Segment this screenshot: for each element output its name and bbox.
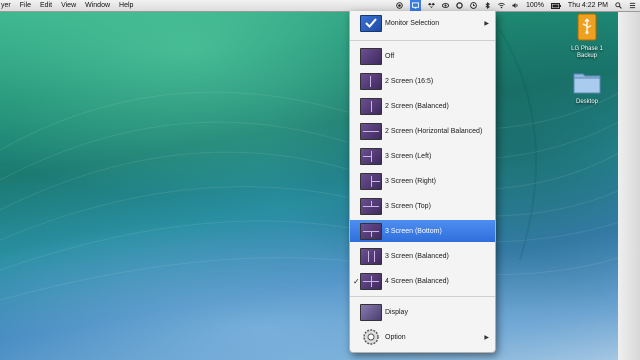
lg-backup-drive[interactable]: LG Phase 1 Backup xyxy=(567,13,607,60)
screen-layout-icon xyxy=(360,147,382,165)
menu-help[interactable]: Help xyxy=(119,2,133,9)
screen-layout-icon xyxy=(360,197,382,215)
drive-label-line2: Backup xyxy=(576,53,597,59)
menu-item-label: 4 Screen (Balanced) xyxy=(385,277,449,285)
drive-label-line1: LG Phase 1 xyxy=(571,46,603,52)
screen-layout-icon xyxy=(360,97,382,115)
bluetooth-icon[interactable] xyxy=(484,2,491,9)
display-label: Display xyxy=(385,308,408,316)
menu-item-label: 3 Screen (Right) xyxy=(385,177,436,185)
menu-item-label: 2 Screen (Balanced) xyxy=(385,102,449,110)
clock-status-icon[interactable] xyxy=(470,2,477,9)
screen-layout-icon xyxy=(360,247,382,265)
menu-item-3-screen-bottom[interactable]: 3 Screen (Bottom) xyxy=(350,220,495,242)
menu-item-3-screen-right[interactable]: 3 Screen (Right) xyxy=(350,170,495,192)
menu-item-display[interactable]: Display xyxy=(350,301,495,323)
battery-percent[interactable]: 100% xyxy=(526,2,544,9)
menu-clock[interactable]: Thu 4:22 PM xyxy=(568,2,608,9)
display-icon xyxy=(360,303,382,321)
menu-edit[interactable]: Edit xyxy=(40,2,52,9)
checkmark-icon: ✓ xyxy=(353,276,360,286)
side-window-edge xyxy=(618,11,640,360)
sync-icon[interactable] xyxy=(456,2,463,9)
menu-bar: yer File Edit View Window Help 100% Thu … xyxy=(0,0,640,12)
monitor-selection-menu: Monitor Selection ▶ Off 2 Screen (16:5) … xyxy=(349,11,496,353)
desktop-folder[interactable]: Desktop xyxy=(567,70,607,106)
menu-item-2-screen-horizontal-balanced[interactable]: 2 Screen (Horizontal Balanced) xyxy=(350,120,495,142)
battery-icon[interactable] xyxy=(550,2,561,9)
menu-item-off[interactable]: Off xyxy=(350,45,495,67)
menu-divider xyxy=(350,296,495,297)
screen-layout-icon xyxy=(360,47,382,65)
screen-layout-icon xyxy=(360,122,382,140)
screen-layout-icon xyxy=(360,172,382,190)
menu-item-label: 3 Screen (Balanced) xyxy=(385,252,449,260)
menu-window[interactable]: Window xyxy=(85,2,110,9)
menu-item-4-screen-balanced[interactable]: ✓ 4 Screen (Balanced) xyxy=(350,270,495,292)
submenu-arrow-icon: ▶ xyxy=(484,334,489,341)
menu-file[interactable]: File xyxy=(20,2,31,9)
menu-item-2-screen-balanced[interactable]: 2 Screen (Balanced) xyxy=(350,95,495,117)
menu-item-label: 3 Screen (Left) xyxy=(385,152,432,160)
menu-item-2-screen-16-5[interactable]: 2 Screen (16:5) xyxy=(350,70,495,92)
option-label: Option xyxy=(385,333,406,341)
screen-layout-icon xyxy=(360,272,382,290)
wave-texture xyxy=(0,19,640,301)
menu-item-label: Off xyxy=(385,52,395,60)
notification-list-icon[interactable] xyxy=(629,2,636,9)
gear-icon xyxy=(363,329,379,345)
dropbox-icon[interactable] xyxy=(428,2,436,9)
screen-layout-icon xyxy=(360,72,382,90)
wifi-icon[interactable] xyxy=(498,2,505,9)
monitor-selection-icon xyxy=(360,14,382,32)
usb-drive-icon xyxy=(577,13,597,41)
menu-item-label: 2 Screen (16:5) xyxy=(385,77,434,85)
folder-icon xyxy=(573,73,601,94)
menu-item-option[interactable]: Option ▶ xyxy=(350,326,495,348)
monitor-selection-header[interactable]: Monitor Selection ▶ xyxy=(350,12,495,34)
eye-icon[interactable] xyxy=(442,2,450,9)
monitor-selection-status-icon[interactable] xyxy=(410,0,422,11)
menu-item-label: 3 Screen (Bottom) xyxy=(385,227,442,235)
menu-item-3-screen-top[interactable]: 3 Screen (Top) xyxy=(350,195,495,217)
screen-layout-icon xyxy=(360,222,382,240)
volume-icon[interactable] xyxy=(512,2,519,9)
app-menu[interactable]: yer xyxy=(1,2,11,9)
status-area: 100% Thu 4:22 PM xyxy=(389,0,640,11)
menu-item-label: 2 Screen (Horizontal Balanced) xyxy=(385,127,483,135)
menu-divider xyxy=(350,40,495,41)
spotlight-icon[interactable] xyxy=(615,2,622,9)
submenu-arrow-icon: ▶ xyxy=(484,20,489,27)
record-icon[interactable] xyxy=(396,2,403,9)
menu-item-label: 3 Screen (Top) xyxy=(385,202,431,210)
monitor-selection-label: Monitor Selection xyxy=(385,19,440,27)
menu-item-3-screen-left[interactable]: 3 Screen (Left) xyxy=(350,145,495,167)
folder-label: Desktop xyxy=(575,99,598,105)
menu-item-3-screen-balanced[interactable]: 3 Screen (Balanced) xyxy=(350,245,495,267)
menu-view[interactable]: View xyxy=(61,2,76,9)
